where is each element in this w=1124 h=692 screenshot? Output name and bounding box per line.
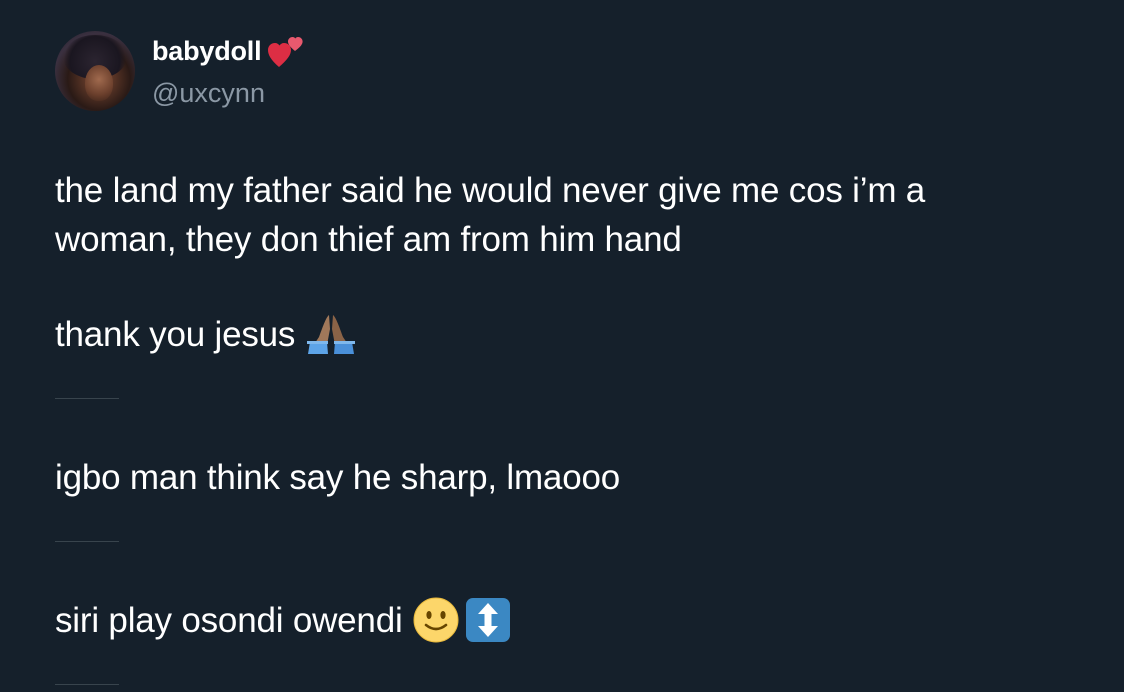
tweet-text-line: the land my father said he would never g…	[55, 171, 926, 210]
tweet-text-line-with-emoji: thank you jesus	[55, 310, 357, 359]
tweet-header: babydoll @uxcynn	[55, 31, 305, 111]
tweet-text: thank you jesus	[55, 315, 296, 354]
user-names: babydoll @uxcynn	[152, 34, 305, 109]
display-name-row: babydoll	[152, 34, 305, 70]
display-name[interactable]: babydoll	[152, 36, 262, 67]
folded-hands-icon	[307, 314, 356, 354]
tweet-card: babydoll @uxcynn the land my father said…	[0, 0, 1124, 692]
tweet-text-line: igbo man think say he sharp, lmaooo	[55, 458, 620, 497]
divider	[55, 684, 119, 685]
up-down-arrow-icon	[465, 597, 510, 642]
user-handle[interactable]: @uxcynn	[152, 78, 305, 109]
divider	[55, 398, 119, 399]
avatar[interactable]	[55, 31, 135, 111]
divider	[55, 541, 119, 542]
avatar-face	[85, 65, 113, 101]
tweet-text-line-with-emoji: siri play osondi owendi	[55, 596, 511, 646]
slightly-smiling-face-icon	[413, 597, 459, 643]
tweet-text-line: woman, they don thief am from him hand	[55, 220, 682, 259]
two-hearts-icon	[268, 36, 304, 67]
tweet-text: siri play osondi owendi	[55, 601, 403, 640]
